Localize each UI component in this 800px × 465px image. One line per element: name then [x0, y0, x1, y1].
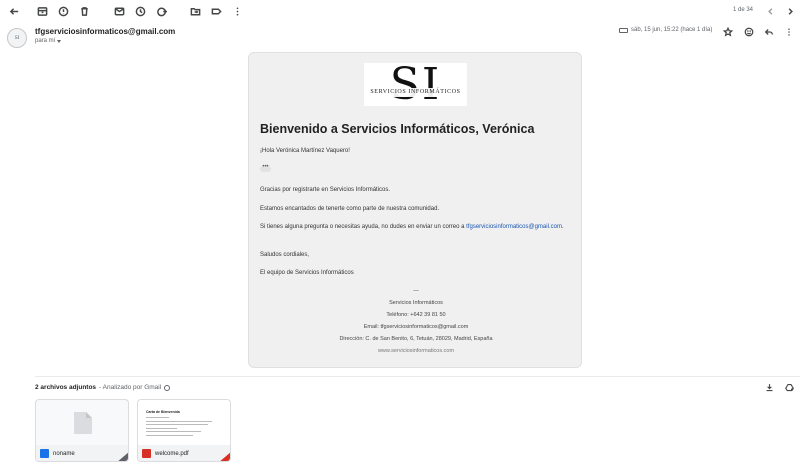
pager-count: 1 de 34	[733, 7, 754, 13]
signature-text: El equipo de Servicios Informáticos	[260, 270, 354, 276]
footer-phone: Teléfono: +642 39 81 50	[386, 312, 446, 318]
file-icon	[74, 412, 92, 434]
help-text: Si tienes alguna pregunta o necesitas ay…	[260, 224, 467, 230]
fold-corner-icon	[116, 451, 128, 461]
paragraph-thanks: Gracias por registrarte en Servicios Inf…	[260, 187, 391, 193]
emoji-reaction-icon[interactable]	[742, 25, 756, 39]
more-vert-icon[interactable]	[229, 3, 245, 19]
pdf-file-icon	[142, 449, 151, 458]
scanned-by-gmail: - Analizado por Gmail	[99, 384, 162, 391]
attachment-name: welcome.pdf	[155, 451, 189, 457]
footer-company: Servicios Informáticos	[389, 300, 443, 306]
attachment-name: noname	[53, 451, 75, 457]
attachments-header: 2 archivos adjuntos - Analizado por Gmai…	[35, 384, 171, 391]
contact-email-link[interactable]: tfgserviciosinformaticos@gmail.com	[466, 224, 562, 230]
recipient-details[interactable]: para mí	[35, 38, 62, 44]
archive-icon[interactable]	[34, 3, 50, 19]
report-spam-icon[interactable]	[55, 3, 71, 19]
footer-email: Email: tfgserviciosinformaticos@gmail.co…	[363, 324, 469, 330]
snooze-icon[interactable]	[132, 3, 148, 19]
star-icon[interactable]	[721, 25, 735, 39]
attachment-bar: welcome.pdf	[138, 445, 230, 461]
footer-address: Dirección: C. de San Benito, 6, Tetuán, …	[339, 336, 493, 342]
attachment-preview: Carta de Bienvenida	[138, 400, 230, 445]
to-me-label: para mí	[35, 38, 56, 44]
mark-unread-icon[interactable]	[111, 3, 127, 19]
newer-chevron-left-icon[interactable]	[762, 3, 778, 19]
sender-email[interactable]: tfgserviciosinformaticos@gmail.com	[35, 27, 175, 36]
older-chevron-right-icon[interactable]	[782, 3, 798, 19]
reply-icon[interactable]	[762, 25, 776, 39]
sender-avatar[interactable]: SI	[7, 28, 27, 48]
info-icon[interactable]	[164, 384, 171, 391]
email-body-card: SI SERVICIOS INFORMÁTICOS Bienvenido a S…	[248, 52, 582, 368]
doc-file-icon	[40, 449, 49, 458]
email-heading: Bienvenido a Servicios Informáticos, Ver…	[260, 122, 535, 136]
show-trimmed-content-button[interactable]: •••	[260, 164, 271, 172]
company-logo: SI SERVICIOS INFORMÁTICOS	[364, 63, 467, 106]
move-to-icon[interactable]	[187, 3, 203, 19]
attachments-count: 2 archivos adjuntos	[35, 384, 97, 391]
label-icon[interactable]	[208, 3, 224, 19]
back-arrow-icon[interactable]	[6, 3, 22, 19]
attachments-divider	[35, 376, 800, 377]
download-all-icon[interactable]	[763, 381, 775, 393]
attachment-welcome-pdf[interactable]: Carta de Bienvenida welcome.pdf	[137, 399, 231, 462]
avatar-initials: SI	[14, 35, 20, 41]
message-toolbar: 1 de 34	[0, 0, 800, 22]
pdf-page-preview: Carta de Bienvenida	[138, 406, 230, 445]
attachment-noname[interactable]: noname	[35, 399, 129, 462]
pdf-preview-title: Carta de Bienvenida	[146, 410, 180, 414]
add-to-tasks-icon[interactable]	[153, 3, 169, 19]
add-to-drive-icon[interactable]	[783, 381, 795, 393]
paragraph-welcome: Estamos encantados de tenerte como parte…	[260, 206, 440, 212]
chevron-down-icon	[57, 39, 62, 43]
closing-text: Saludos cordiales,	[260, 252, 310, 258]
label-tag-icon	[619, 27, 628, 33]
message-date: sáb, 15 jun, 15:22 (hace 1 día)	[619, 27, 712, 33]
footer-website[interactable]: www.serviciosinformaticos.com	[249, 348, 583, 354]
attachment-bar: noname	[36, 445, 128, 461]
logo-monogram: SI	[389, 63, 442, 106]
footer-separator: —	[413, 288, 419, 294]
help-suffix: .	[561, 224, 564, 230]
delete-icon[interactable]	[76, 3, 92, 19]
more-options-icon[interactable]	[782, 25, 796, 39]
greeting-text: ¡Hola Verónica Martínez Vaquero!	[260, 148, 350, 154]
attachment-preview	[36, 400, 128, 445]
logo-subtitle: SERVICIOS INFORMÁTICOS	[370, 89, 461, 95]
paragraph-help: Si tienes alguna pregunta o necesitas ay…	[260, 223, 574, 232]
date-text: sáb, 15 jun, 15:22 (hace 1 día)	[631, 27, 713, 33]
fold-corner-icon	[218, 451, 230, 461]
